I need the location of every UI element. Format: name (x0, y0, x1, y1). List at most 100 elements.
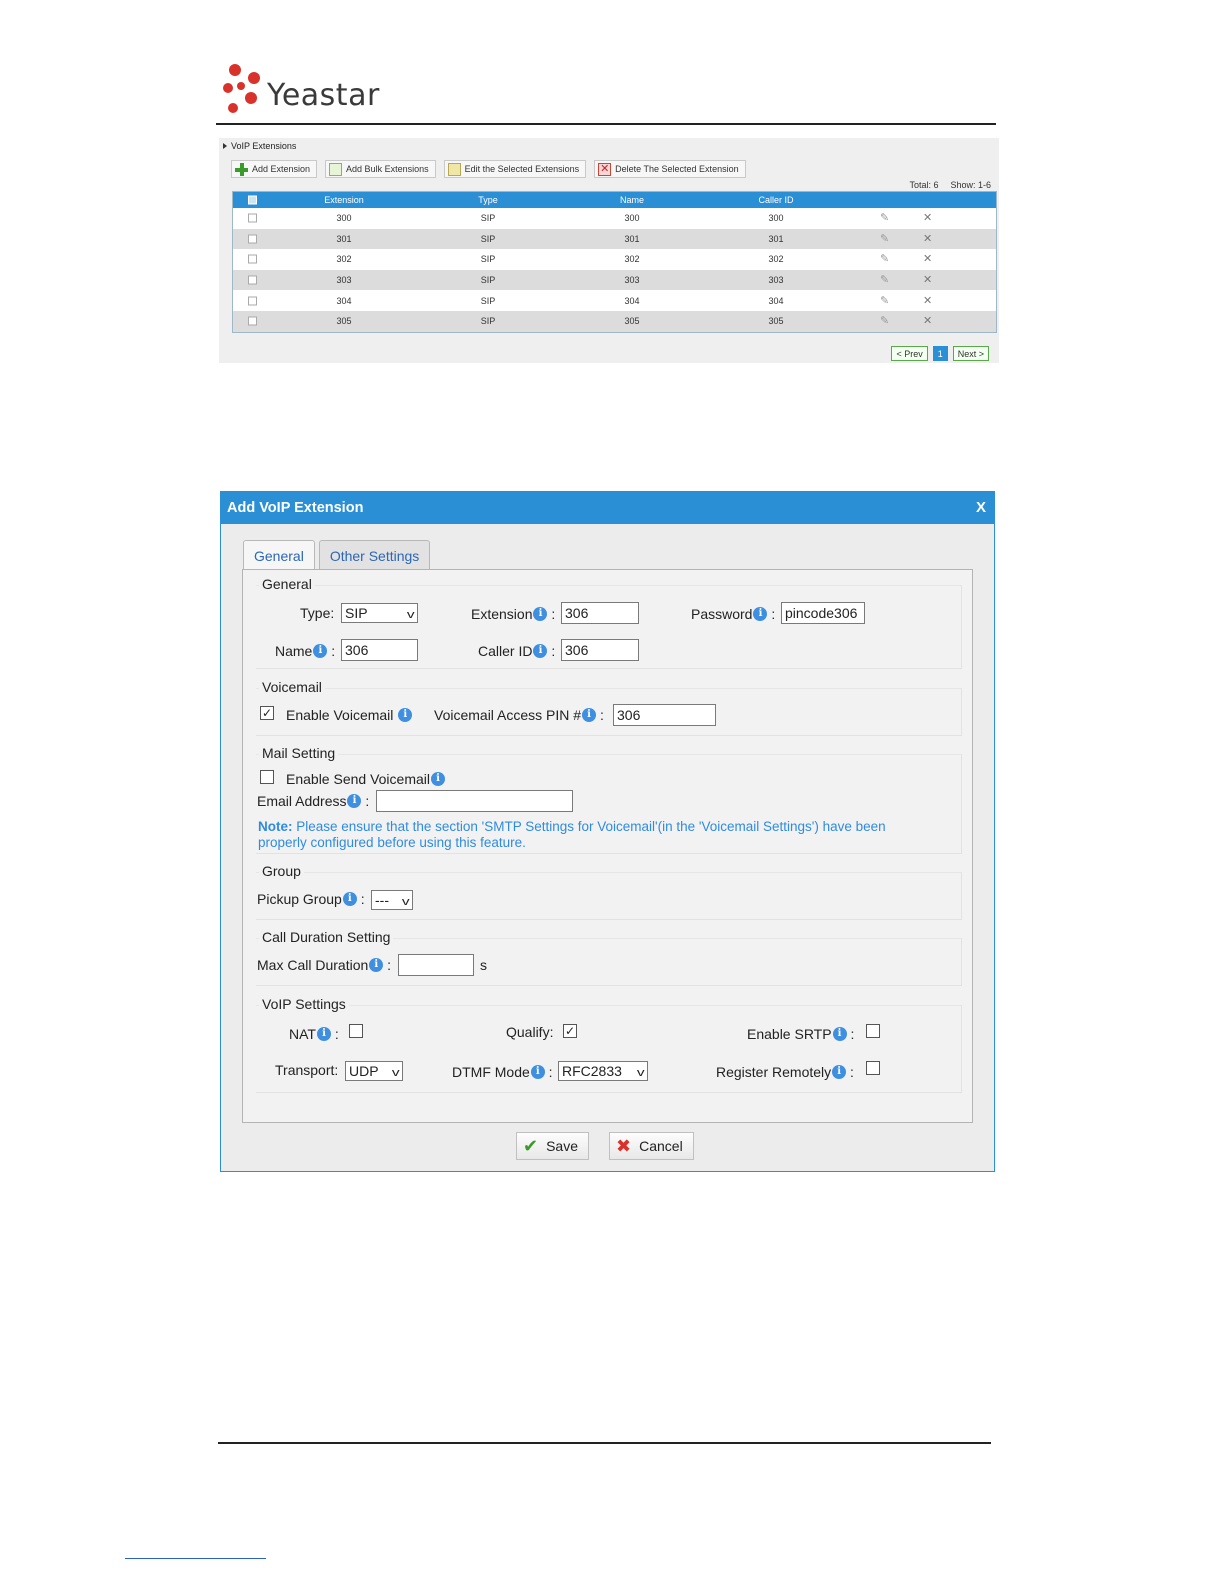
section-title: Mail Setting (259, 745, 339, 761)
delete-row-icon[interactable]: ✕ (923, 253, 937, 265)
cell-name: 305 (624, 316, 640, 327)
total-count: Total: 6 (909, 180, 939, 190)
delete-row-icon[interactable]: ✕ (923, 295, 937, 307)
enable-voicemail-checkbox[interactable]: ✓ (260, 706, 274, 720)
footer-link-underline (125, 1558, 266, 1559)
section-title: Group (259, 863, 304, 879)
panel-title: VoIP Extensions (223, 141, 296, 151)
pencil-icon[interactable]: ✎ (880, 295, 894, 307)
current-page[interactable]: 1 (932, 346, 948, 361)
email-address-input[interactable] (376, 790, 573, 812)
add-extension-button[interactable]: Add Extension (231, 160, 318, 178)
chevron-down-icon: v (406, 609, 415, 621)
col-name[interactable]: Name (620, 195, 644, 205)
cell-extension: 303 (336, 275, 352, 286)
qualify-label: Qualify: (506, 1024, 554, 1040)
delete-row-icon[interactable]: ✕ (923, 274, 937, 286)
col-type[interactable]: Type (478, 195, 498, 205)
next-page-button[interactable]: Next > (952, 346, 989, 361)
delete-row-icon[interactable]: ✕ (923, 315, 937, 327)
tab-content: General Type: SIP v Extension i : 306 Pass… (242, 569, 973, 1123)
cell-type: SIP (480, 233, 496, 244)
section-title: VoIP Settings (259, 996, 349, 1012)
voicemail-pin-input[interactable]: 306 (613, 704, 716, 726)
pencil-icon[interactable]: ✎ (880, 274, 894, 286)
row-checkbox[interactable] (248, 316, 257, 326)
prev-page-button[interactable]: < Prev (891, 346, 928, 361)
yeastar-logo-icon (223, 64, 260, 113)
name-label: Name i : (275, 643, 336, 659)
extension-list-panel: VoIP Extensions Add Extension Add Bulk E… (219, 138, 999, 363)
group-section: Group Pickup Group i : --- v (256, 863, 962, 920)
delete-selected-button[interactable]: Delete The Selected Extension (594, 160, 746, 178)
caller-id-input[interactable]: 306 (561, 639, 639, 661)
cell-type: SIP (480, 295, 496, 306)
tab-general[interactable]: General (243, 540, 315, 570)
enable-send-voicemail-checkbox[interactable] (260, 770, 274, 784)
pickup-group-select[interactable]: --- v (371, 890, 413, 910)
register-remotely-label: Register Remotely i : (716, 1064, 854, 1080)
row-checkbox[interactable] (248, 275, 257, 285)
extension-table: Extension Type Name Caller ID 300 SIP 30… (232, 191, 997, 333)
pencil-icon[interactable]: ✎ (880, 253, 894, 265)
chevron-down-icon: v (636, 1067, 645, 1079)
cell-caller-id: 301 (768, 233, 784, 244)
name-input[interactable]: 306 (341, 639, 418, 661)
pencil-icon[interactable]: ✎ (880, 212, 894, 224)
tab-other-settings[interactable]: Other Settings (318, 540, 431, 570)
delete-row-icon[interactable]: ✕ (923, 212, 937, 224)
info-icon: i (398, 708, 413, 722)
cell-extension: 304 (336, 295, 352, 306)
nat-checkbox[interactable] (349, 1024, 363, 1038)
info-icon: i (533, 644, 548, 658)
enable-voicemail-label: Enable Voicemail i (286, 707, 413, 723)
chevron-down-icon: v (391, 1067, 400, 1079)
checkmark-icon: ✔ (523, 1135, 539, 1156)
cancel-x-icon: ✖ (616, 1135, 632, 1156)
table-row: 301 SIP 301 301 ✎ ✕ (233, 228, 996, 250)
row-checkbox[interactable] (248, 254, 257, 264)
info-icon: i (832, 1027, 847, 1041)
type-select[interactable]: SIP v (341, 603, 418, 623)
qualify-checkbox[interactable]: ✓ (563, 1024, 577, 1038)
row-checkbox[interactable] (248, 296, 257, 306)
record-count: Total: 6 Show: 1-6 (897, 180, 991, 190)
delete-row-icon[interactable]: ✕ (923, 233, 937, 245)
add-voip-extension-dialog: Add VoIP Extension X General Other Setti… (220, 491, 995, 1172)
close-icon[interactable]: X (976, 499, 986, 516)
max-call-duration-input[interactable] (398, 954, 474, 976)
header-divider (216, 123, 996, 125)
cell-name: 302 (624, 254, 640, 265)
pencil-icon[interactable]: ✎ (880, 315, 894, 327)
transport-select[interactable]: UDP v (345, 1061, 403, 1081)
row-checkbox[interactable] (248, 234, 257, 244)
register-remotely-checkbox[interactable] (866, 1061, 880, 1075)
info-icon: i (316, 1027, 331, 1041)
row-checkbox[interactable] (248, 213, 257, 223)
extension-toolbar: Add Extension Add Bulk Extensions Edit t… (231, 160, 746, 178)
col-caller-id[interactable]: Caller ID (758, 195, 793, 205)
enable-srtp-checkbox[interactable] (866, 1024, 880, 1038)
info-icon: i (832, 1065, 847, 1079)
max-call-duration-label: Max Call Duration i : (257, 957, 392, 973)
voicemail-section: Voicemail ✓ Enable Voicemail i Voicemail… (256, 679, 962, 736)
info-icon: i (342, 892, 357, 906)
general-section: General Type: SIP v Extension i : 306 Pass… (256, 576, 962, 669)
add-bulk-extensions-button[interactable]: Add Bulk Extensions (325, 160, 436, 178)
select-all-checkbox[interactable] (248, 195, 257, 205)
yeastar-logo: Yeastar (221, 58, 421, 120)
cell-extension: 305 (336, 316, 352, 327)
cell-name: 301 (624, 233, 640, 244)
info-icon: i (347, 794, 362, 808)
password-input[interactable]: pincode306 (781, 602, 865, 624)
cancel-button[interactable]: ✖ Cancel (609, 1132, 694, 1160)
dtmf-mode-select[interactable]: RFC2833 v (558, 1061, 648, 1081)
edit-selected-button[interactable]: Edit the Selected Extensions (443, 160, 587, 178)
cell-extension: 301 (336, 233, 352, 244)
extension-input[interactable]: 306 (561, 602, 639, 624)
pencil-icon[interactable]: ✎ (880, 233, 894, 245)
save-button[interactable]: ✔ Save (516, 1132, 590, 1160)
dtmf-mode-label: DTMF Mode i : (452, 1064, 553, 1080)
col-extension[interactable]: Extension (324, 195, 364, 205)
dialog-tabs: General Other Settings (243, 540, 431, 570)
